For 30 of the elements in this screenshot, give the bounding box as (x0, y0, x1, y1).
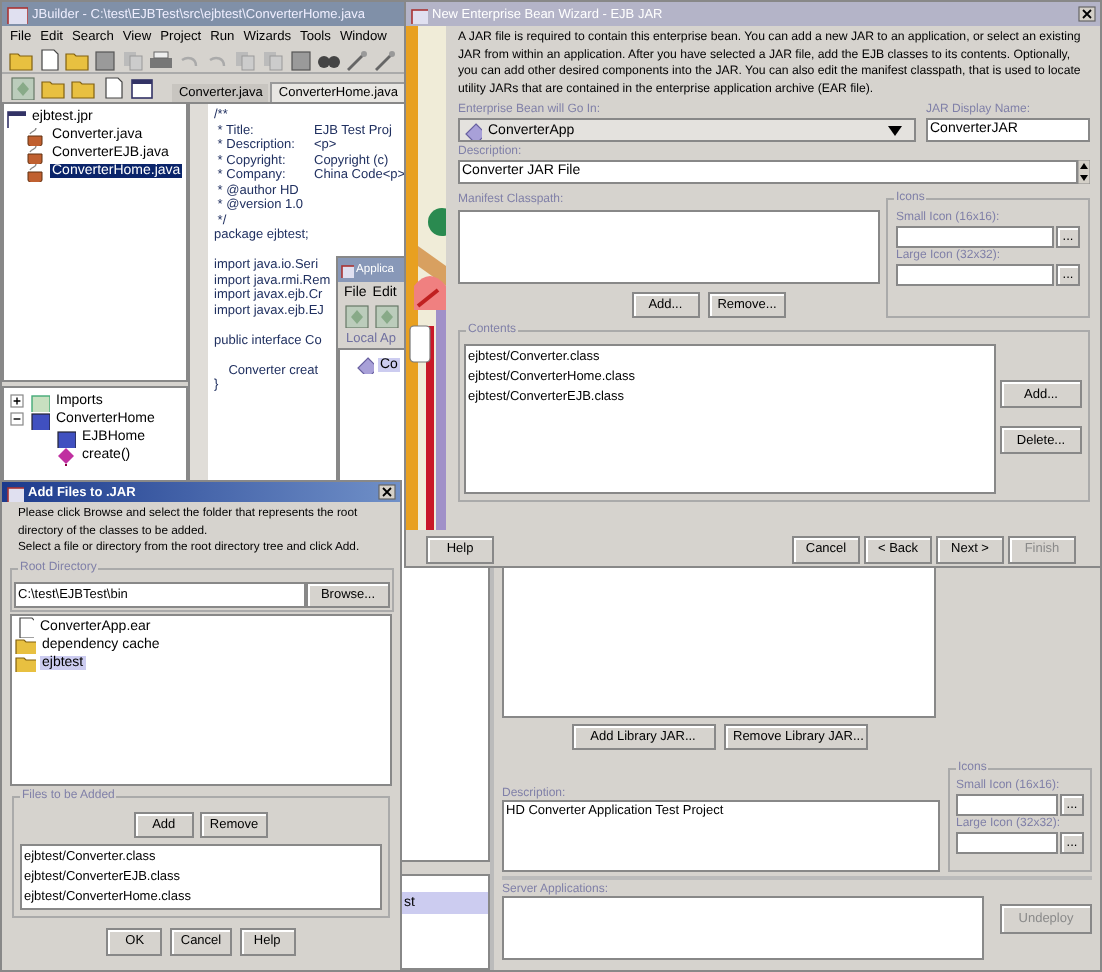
input-field[interactable] (896, 226, 1054, 249)
package-icon (28, 391, 50, 411)
cup-icon (22, 161, 46, 181)
printer-icon[interactable] (148, 47, 174, 71)
input-field[interactable] (896, 264, 1054, 287)
folder-icon (14, 652, 36, 672)
close-icon[interactable] (378, 484, 396, 500)
spinner-icon[interactable] (1078, 160, 1090, 185)
dropdown-arrow-icon (888, 125, 902, 136)
window-icon (6, 4, 28, 24)
cup-icon (22, 125, 46, 145)
class-icon (54, 427, 76, 447)
class-icon (28, 409, 50, 429)
folder-icon (14, 634, 36, 654)
folder-icon[interactable] (8, 47, 34, 71)
collapse-icon[interactable] (10, 412, 24, 426)
diamond-icon (356, 356, 374, 374)
page-icon[interactable] (36, 47, 62, 71)
wand-icon[interactable] (372, 47, 398, 71)
input-field[interactable] (956, 832, 1058, 854)
expand-icon[interactable] (10, 394, 24, 408)
input-field[interactable] (956, 794, 1058, 816)
wand-icon[interactable] (344, 47, 370, 71)
close-icon[interactable] (1078, 6, 1096, 22)
project-icon[interactable] (130, 76, 156, 100)
diamond-icon (464, 121, 482, 140)
cup-icon (22, 143, 46, 163)
window-icon (340, 262, 354, 278)
pin-icon (54, 445, 76, 465)
folder-icon[interactable] (64, 47, 90, 71)
